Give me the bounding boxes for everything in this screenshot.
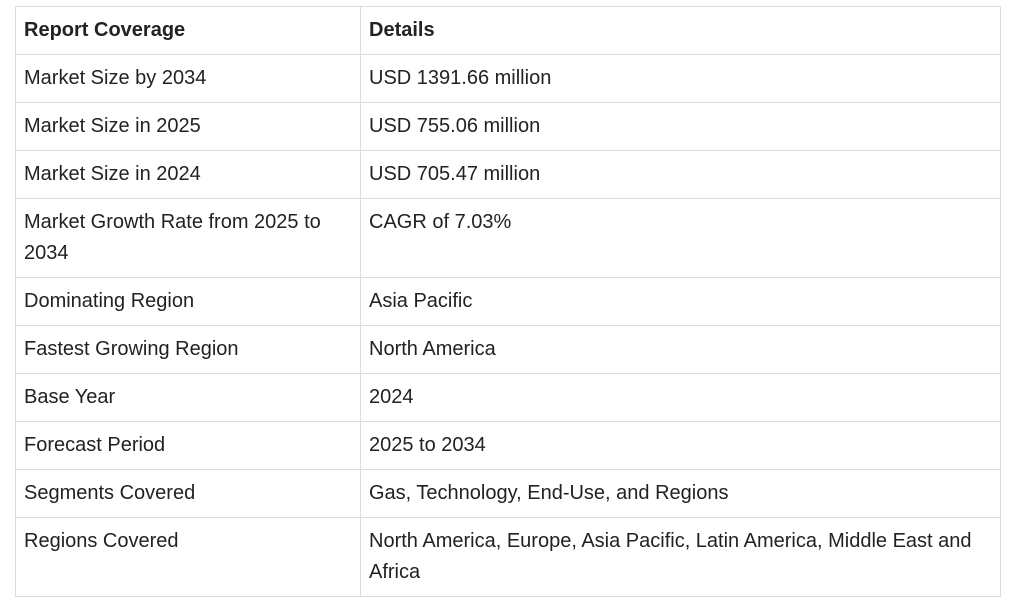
row-label: Dominating Region <box>15 277 361 326</box>
row-value: USD 755.06 million <box>360 102 1001 151</box>
row-label: Fastest Growing Region <box>15 325 361 374</box>
header-report-coverage: Report Coverage <box>15 6 361 55</box>
table-row: Market Growth Rate from 2025 to 2034 CAG… <box>15 198 1001 278</box>
table-header-row: Report Coverage Details <box>15 6 1001 55</box>
table-row: Dominating Region Asia Pacific <box>15 277 1001 326</box>
row-value: CAGR of 7.03% <box>360 198 1001 278</box>
row-label: Market Size by 2034 <box>15 54 361 103</box>
row-value: USD 1391.66 million <box>360 54 1001 103</box>
row-value: North America <box>360 325 1001 374</box>
row-value: Gas, Technology, End-Use, and Regions <box>360 469 1001 518</box>
row-label: Segments Covered <box>15 469 361 518</box>
table-row: Market Size in 2024 USD 705.47 million <box>15 150 1001 199</box>
table-row: Market Size by 2034 USD 1391.66 million <box>15 54 1001 103</box>
header-details: Details <box>360 6 1001 55</box>
row-label: Market Growth Rate from 2025 to 2034 <box>15 198 361 278</box>
row-label: Market Size in 2025 <box>15 102 361 151</box>
row-value: USD 705.47 million <box>360 150 1001 199</box>
row-value: Asia Pacific <box>360 277 1001 326</box>
table-row: Segments Covered Gas, Technology, End-Us… <box>15 469 1001 518</box>
report-coverage-table: Report Coverage Details Market Size by 2… <box>15 6 1001 597</box>
row-label: Market Size in 2024 <box>15 150 361 199</box>
row-label: Regions Covered <box>15 517 361 597</box>
table-row: Market Size in 2025 USD 755.06 million <box>15 102 1001 151</box>
row-label: Forecast Period <box>15 421 361 470</box>
row-value: North America, Europe, Asia Pacific, Lat… <box>360 517 1001 597</box>
table-row: Forecast Period 2025 to 2034 <box>15 421 1001 470</box>
row-value: 2024 <box>360 373 1001 422</box>
table-row: Fastest Growing Region North America <box>15 325 1001 374</box>
row-label: Base Year <box>15 373 361 422</box>
table-row: Base Year 2024 <box>15 373 1001 422</box>
row-value: 2025 to 2034 <box>360 421 1001 470</box>
table-row: Regions Covered North America, Europe, A… <box>15 517 1001 597</box>
